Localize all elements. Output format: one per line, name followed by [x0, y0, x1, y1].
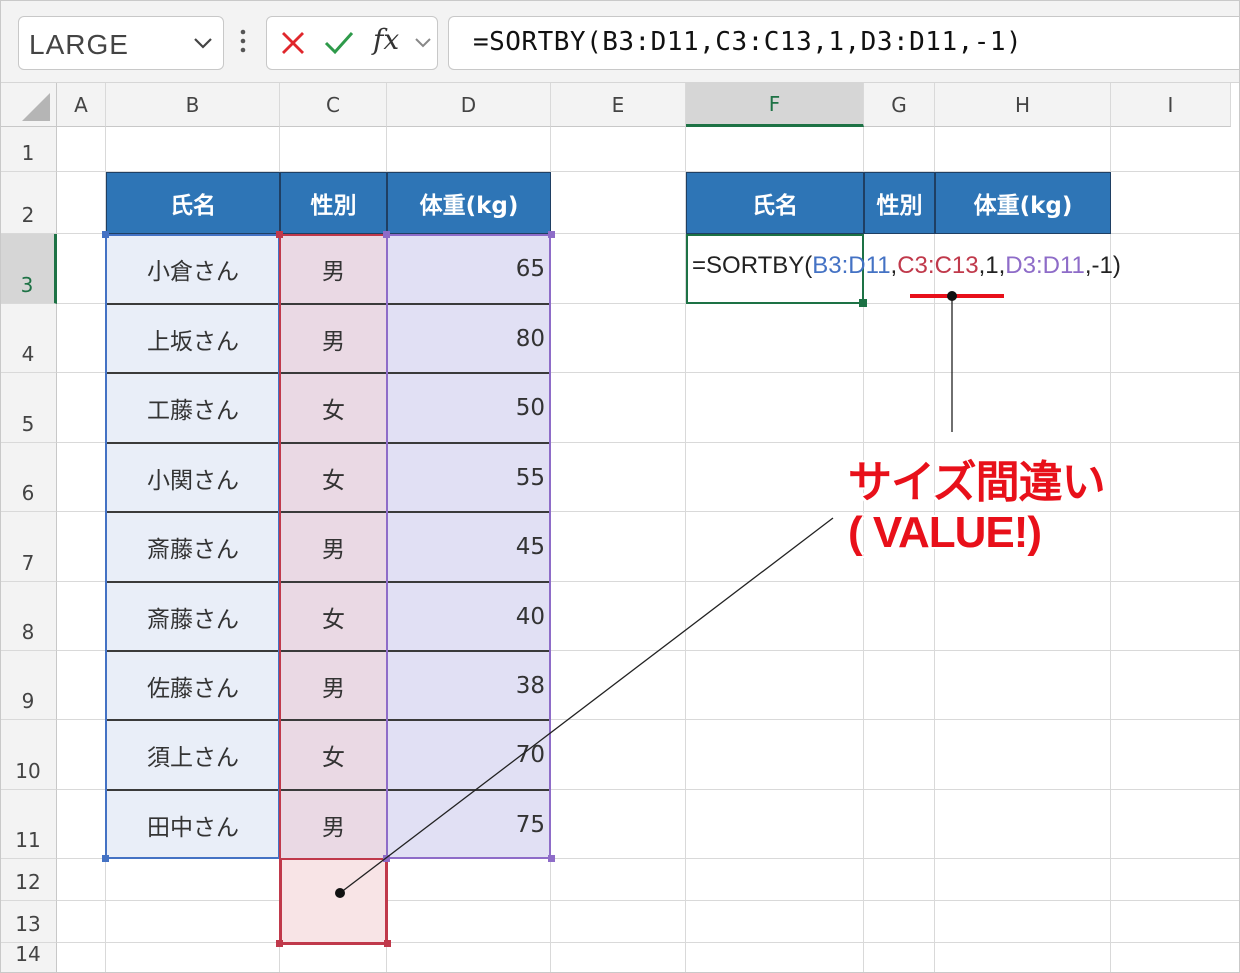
row-header-4[interactable]: 4: [0, 304, 57, 373]
formula-part: =SORTBY(: [692, 252, 813, 279]
column-header-i[interactable]: I: [1111, 83, 1231, 127]
formula-part: ,1,: [978, 252, 1006, 279]
name-box[interactable]: LARGE: [18, 16, 224, 70]
result-header-name[interactable]: 氏名: [686, 172, 864, 234]
range-outline-c3-c13: [279, 234, 388, 945]
range-resize-handle[interactable]: [276, 231, 283, 238]
row-header-label: 13: [15, 912, 41, 936]
column-header-b[interactable]: B: [106, 83, 280, 127]
result-header-gender[interactable]: 性別: [864, 172, 935, 234]
column-header-d[interactable]: D: [387, 83, 551, 127]
column-header-f[interactable]: F: [686, 83, 864, 127]
row-header-11[interactable]: 11: [0, 790, 57, 859]
row-header-label: 14: [15, 942, 41, 966]
more-options-icon[interactable]: [236, 26, 250, 56]
formula-part: ,-1): [1084, 252, 1121, 279]
row-header-9[interactable]: 9: [0, 651, 57, 720]
source-header-weight[interactable]: 体重(kg): [387, 172, 551, 234]
row-header-label: 2: [21, 203, 35, 227]
row-header-14[interactable]: 14: [0, 942, 57, 973]
name-box-value: LARGE: [29, 29, 129, 60]
range-resize-handle[interactable]: [102, 855, 109, 862]
row-header-label: 10: [15, 759, 41, 783]
insert-function-icon[interactable]: fx: [373, 23, 399, 56]
column-header-g[interactable]: G: [864, 83, 935, 127]
column-header-e[interactable]: E: [551, 83, 686, 127]
row-header-label: 9: [21, 689, 35, 713]
fill-handle[interactable]: [859, 299, 867, 307]
row-header-label: 11: [15, 828, 41, 852]
formula-toolbar: LARGE fx =SORTBY(B3:D11,C3:C13,1,D3:D11,…: [0, 0, 1240, 83]
row-header-2[interactable]: 2: [0, 172, 57, 234]
column-header-h[interactable]: H: [935, 83, 1111, 127]
row-header-8[interactable]: 8: [0, 582, 57, 651]
select-all-corner[interactable]: [0, 83, 57, 127]
formula-text: =SORTBY(B3:D11,C3:C13,1,D3:D11,-1): [473, 27, 1023, 57]
result-header-weight[interactable]: 体重(kg): [935, 172, 1111, 234]
cell-formula: =SORTBY(B3:D11,C3:C13,1,D3:D11,-1): [692, 252, 1121, 280]
formula-part: D3:D11: [1005, 252, 1085, 279]
row-header-12[interactable]: 12: [0, 859, 57, 901]
row-header-label: 3: [20, 273, 34, 297]
cancel-x-icon[interactable]: [279, 29, 307, 57]
row-header-label: 1: [21, 141, 35, 165]
range-resize-handle[interactable]: [276, 940, 283, 947]
column-header-c[interactable]: C: [280, 83, 387, 127]
enter-check-icon[interactable]: [323, 29, 355, 57]
row-header-5[interactable]: 5: [0, 373, 57, 443]
row-header-label: 6: [21, 481, 35, 505]
range-resize-handle[interactable]: [384, 940, 391, 947]
range-resize-handle[interactable]: [383, 855, 390, 862]
range-outline-d3-d11: [386, 234, 551, 859]
grid-line: [57, 900, 1240, 901]
formula-part: C3:C13: [897, 252, 979, 279]
grid-line: [57, 942, 1240, 943]
row-header-label: 5: [21, 412, 35, 436]
column-header-a[interactable]: A: [57, 83, 106, 127]
chevron-down-icon[interactable]: [191, 33, 215, 53]
row-header-label: 7: [21, 551, 35, 575]
row-header-10[interactable]: 10: [0, 720, 57, 790]
row-header-6[interactable]: 6: [0, 443, 57, 512]
row-header-3[interactable]: 3: [0, 234, 57, 304]
range-resize-handle[interactable]: [383, 231, 390, 238]
row-header-7[interactable]: 7: [0, 512, 57, 582]
error-callout-code: ( VALUE!): [848, 508, 1042, 557]
row-header-13[interactable]: 13: [0, 901, 57, 943]
row-header-label: 12: [15, 870, 41, 894]
row-header-label: 4: [21, 342, 35, 366]
formula-buttons: fx: [266, 16, 438, 70]
error-callout-title: サイズ間違い: [848, 458, 1106, 507]
source-header-gender[interactable]: 性別: [280, 172, 387, 234]
row-header-label: 8: [21, 620, 35, 644]
range-outline-b3-b11: [105, 234, 280, 859]
formula-part: B3:D11: [812, 252, 891, 279]
range-resize-handle[interactable]: [102, 231, 109, 238]
formula-input[interactable]: =SORTBY(B3:D11,C3:C13,1,D3:D11,-1): [448, 16, 1240, 70]
source-header-name[interactable]: 氏名: [106, 172, 280, 234]
range-resize-handle[interactable]: [548, 855, 555, 862]
range-resize-handle[interactable]: [548, 231, 555, 238]
row-header-1[interactable]: 1: [0, 127, 57, 172]
chevron-down-icon[interactable]: [413, 35, 433, 51]
